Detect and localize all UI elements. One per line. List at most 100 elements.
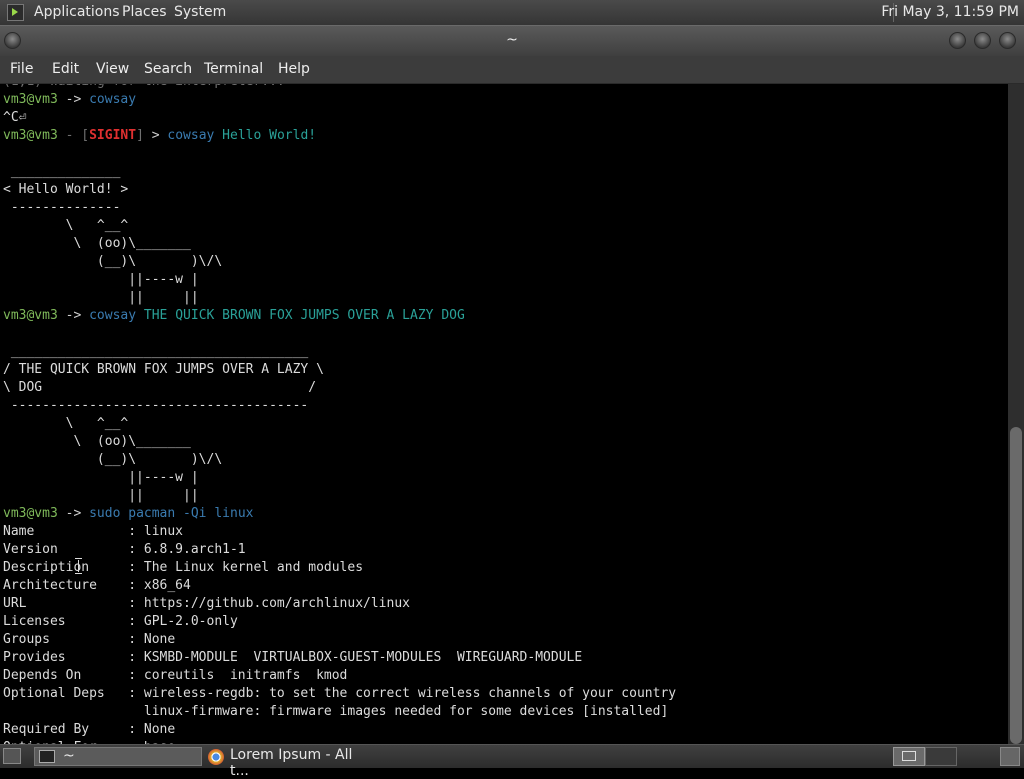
terminal-text: Optional Deps : wireless-regdb: to set t… <box>3 686 677 701</box>
terminal-text: linux-firmware: firmware images needed f… <box>3 704 669 719</box>
terminal-line: \ ^__^ <box>3 217 676 235</box>
terminal-text: ^C⏎ <box>3 110 27 125</box>
terminal-line: \ (oo)\_______ <box>3 235 676 253</box>
menu-help[interactable]: Help <box>278 61 310 77</box>
terminal-text: Provides : KSMBD-MODULE VIRTUALBOX-GUEST… <box>3 650 583 665</box>
terminal-line: vm3@vm3 -> cowsay <box>3 91 676 109</box>
terminal-text: / THE QUICK BROWN FOX JUMPS OVER A LAZY … <box>3 362 324 377</box>
terminal-line: (__)\ )\/\ <box>3 451 676 469</box>
terminal-text: || || <box>3 290 199 305</box>
terminal-text: Groups : None <box>3 632 176 647</box>
terminal-text: Required By : None <box>3 722 176 737</box>
minimize-button[interactable] <box>949 32 966 49</box>
top-panel: Applications Places System Fri May 3, 11… <box>0 0 1024 25</box>
terminal-launcher-icon[interactable] <box>7 4 24 21</box>
taskbar-terminal-window[interactable]: ~ <box>34 747 202 766</box>
terminal-line: / THE QUICK BROWN FOX JUMPS OVER A LAZY … <box>3 361 676 379</box>
terminal-text: sudo pacman -Qi linux <box>89 506 254 521</box>
maximize-button[interactable] <box>974 32 991 49</box>
terminal-text: ______________________________________ <box>3 344 309 359</box>
terminal-text: vm3@vm3 <box>3 128 58 143</box>
terminal-line: vm3@vm3 - [SIGINT] > cowsay Hello World! <box>3 127 676 145</box>
menubar: File Edit View Search Terminal Help <box>0 56 1024 84</box>
terminal-line: Name : linux <box>3 523 676 541</box>
taskbar-browser-label: Lorem Ipsum - All t... <box>230 747 353 779</box>
terminal-line: (1,1) Waiting for the interpreter... <box>3 84 676 91</box>
terminal-text: - <box>57 128 82 143</box>
scrollbar-thumb[interactable] <box>1010 427 1022 744</box>
terminal-text: \ DOG / <box>3 380 317 395</box>
terminal-text: -> <box>57 92 90 107</box>
terminal-text: ||----w | <box>3 272 199 287</box>
terminal-line: Optional Deps : wireless-regdb: to set t… <box>3 685 676 703</box>
terminal-text: -------------- <box>3 200 121 215</box>
terminal-text: (__)\ )\/\ <box>3 254 223 269</box>
show-desktop-icon[interactable] <box>3 748 21 764</box>
terminal-line: || || <box>3 289 676 307</box>
terminal-text: \ (oo)\_______ <box>3 236 191 251</box>
terminal-line: linux-firmware: firmware images needed f… <box>3 703 676 721</box>
menu-view[interactable]: View <box>96 61 129 77</box>
terminal-text: cowsay <box>89 92 137 107</box>
terminal-text: \ ^__^ <box>3 416 129 431</box>
places-menu[interactable]: Places <box>122 4 167 20</box>
terminal-line: Required By : None <box>3 721 676 739</box>
terminal-text: > <box>143 128 168 143</box>
terminal-text: cowsay <box>89 308 137 323</box>
trash-icon[interactable] <box>1000 747 1020 766</box>
terminal-text: -> <box>57 506 90 521</box>
terminal-output[interactable]: (1,1) Waiting for the interpreter... vm3@… <box>0 84 1008 744</box>
terminal-text: < Hello World! > <box>3 182 129 197</box>
clock[interactable]: Fri May 3, 11:59 PM <box>881 4 1019 20</box>
menu-file[interactable]: File <box>10 61 33 77</box>
terminal-line: -------------- <box>3 199 676 217</box>
window-titlebar[interactable]: ~ <box>0 25 1024 56</box>
terminal-text: vm3@vm3 <box>3 506 58 521</box>
close-button[interactable] <box>999 32 1016 49</box>
terminal-text: Version : 6.8.9.arch1-1 <box>3 542 246 557</box>
terminal-line: Architecture : x86_64 <box>3 577 676 595</box>
terminal-line: ||----w | <box>3 271 676 289</box>
applications-menu[interactable]: Applications <box>34 4 120 20</box>
terminal-text: || || <box>3 488 199 503</box>
terminal-line: Licenses : GPL-2.0-only <box>3 613 676 631</box>
terminal-text: [ <box>81 128 90 143</box>
terminal-line: vm3@vm3 -> sudo pacman -Qi linux <box>3 505 676 523</box>
menu-search[interactable]: Search <box>144 61 192 77</box>
menu-terminal[interactable]: Terminal <box>204 61 263 77</box>
terminal-line: Depends On : coreutils initramfs kmod <box>3 667 676 685</box>
terminal-text: THE QUICK BROWN FOX JUMPS OVER A LAZY DO… <box>136 308 465 323</box>
terminal-text: \ (oo)\_______ <box>3 434 191 449</box>
terminal-icon <box>39 750 55 763</box>
terminal-line: ______________________________________ <box>3 343 676 361</box>
terminal-text: SIGINT <box>89 128 137 143</box>
terminal-text: ] <box>136 128 144 143</box>
system-menu[interactable]: System <box>174 4 226 20</box>
terminal-text: -------------------------------------- <box>3 398 309 413</box>
terminal-line: < Hello World! > <box>3 181 676 199</box>
terminal-line: ^C⏎ <box>3 109 676 127</box>
terminal-scrollbar[interactable] <box>1008 84 1024 744</box>
terminal-text: Hello World! <box>214 128 317 143</box>
terminal-line: Version : 6.8.9.arch1-1 <box>3 541 676 559</box>
chrome-icon <box>208 749 224 765</box>
terminal-text: Description : The Linux kernel and modul… <box>3 560 364 575</box>
taskbar-terminal-label: ~ <box>63 748 75 764</box>
terminal-text: Architecture : x86_64 <box>3 578 191 593</box>
terminal-text: Name : linux <box>3 524 184 539</box>
terminal-text: ______________ <box>3 164 121 179</box>
text-cursor-icon <box>75 558 82 574</box>
terminal-text: (1,1) Waiting for the interpreter... <box>3 84 285 89</box>
menu-edit[interactable]: Edit <box>52 61 79 77</box>
terminal-text: cowsay <box>167 128 215 143</box>
terminal-line: vm3@vm3 -> cowsay THE QUICK BROWN FOX JU… <box>3 307 676 325</box>
terminal-text: \ ^__^ <box>3 218 129 233</box>
workspace-switcher-2[interactable] <box>925 747 957 766</box>
terminal-text: vm3@vm3 <box>3 92 58 107</box>
terminal-text: -> <box>57 308 90 323</box>
terminal-line: \ (oo)\_______ <box>3 433 676 451</box>
taskbar-browser-window[interactable]: Lorem Ipsum - All t... <box>206 747 372 779</box>
bottom-panel: ~ Lorem Ipsum - All t... <box>0 744 1024 779</box>
workspace-switcher-1[interactable] <box>893 747 925 766</box>
terminal-line: Provides : KSMBD-MODULE VIRTUALBOX-GUEST… <box>3 649 676 667</box>
